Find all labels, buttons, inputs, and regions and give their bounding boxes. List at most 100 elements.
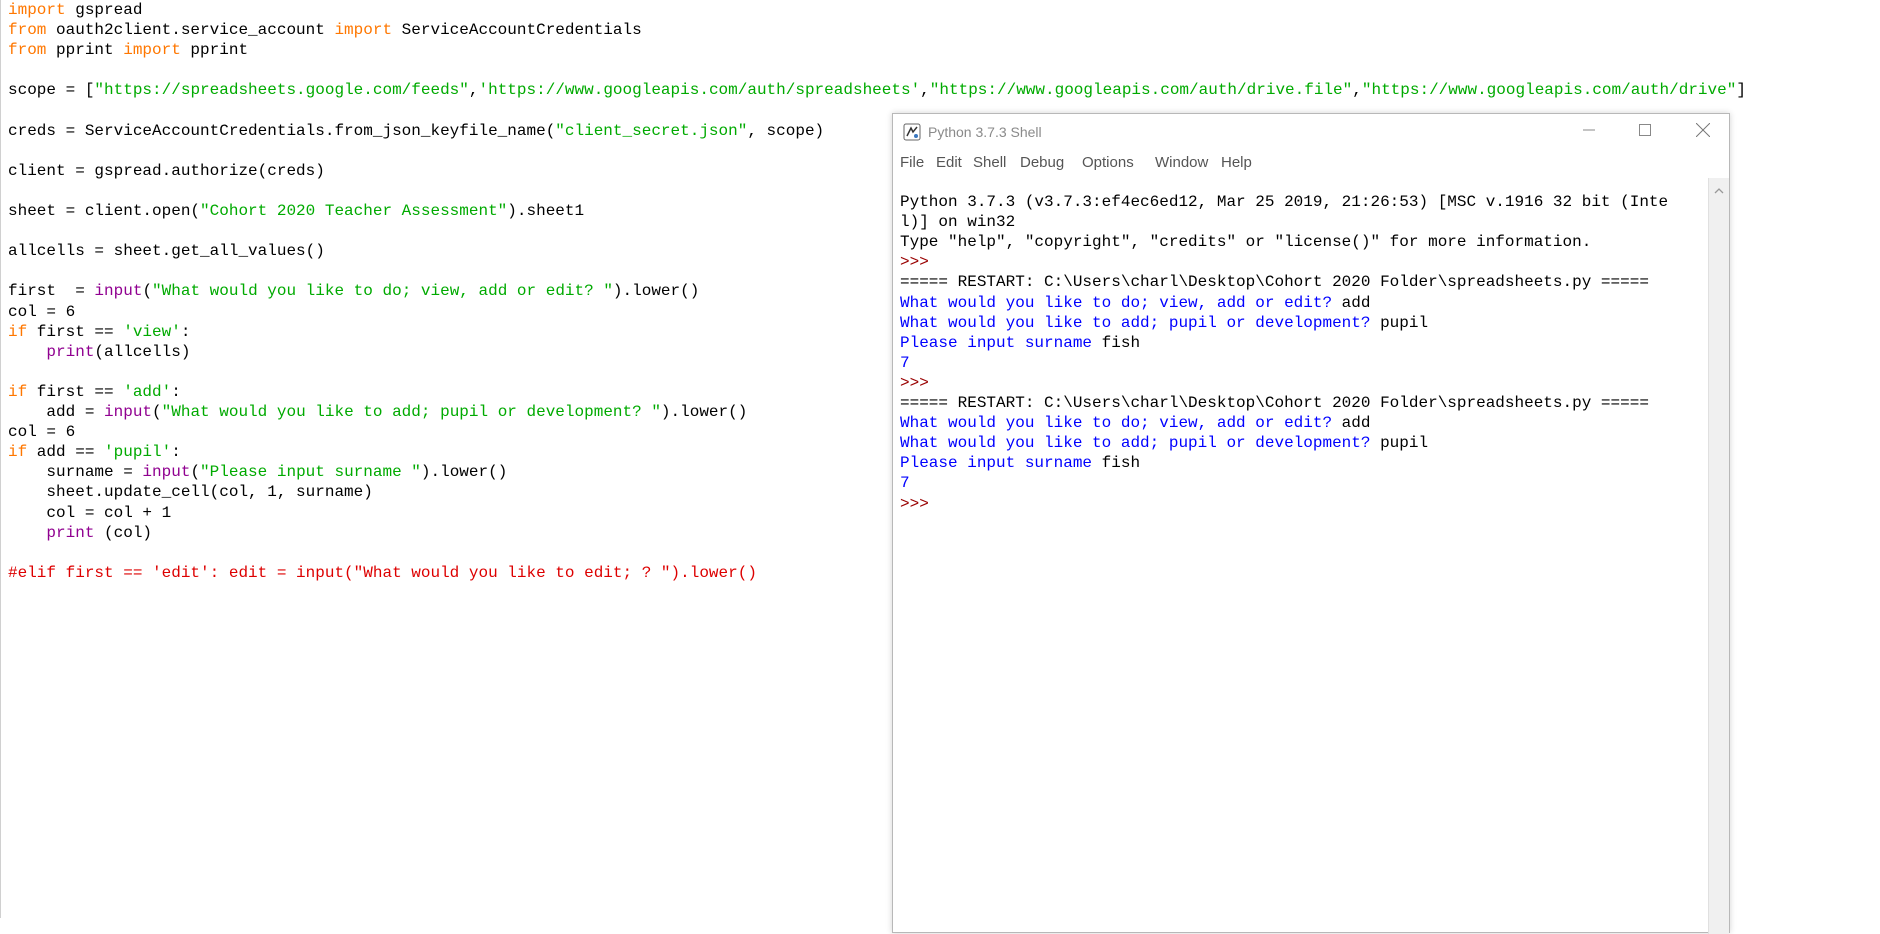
menu-options[interactable]: Options [1082,154,1134,172]
code-token: #elif first == 'edit': edit = input("Wha… [8,563,757,582]
code-token: "client_secret.json" [555,121,748,140]
code-token: import [8,1,66,19]
code-token: , [920,81,930,100]
code-token: gspread [65,1,143,19]
shell-output-token: 7 [900,474,910,493]
code-token: if [8,382,28,401]
code-token: "https://www.googleapis.com/auth/drive.f… [929,81,1353,100]
code-token: if [8,322,28,341]
shell-output-line: Type "help", "copyright", "credits" or "… [900,232,1591,252]
code-token: "Cohort 2020 Teacher Assessment" [200,202,508,220]
code-token: : [171,443,181,462]
code-line: client = gspread.authorize(creds) [8,161,325,181]
code-token: print [46,523,95,542]
shell-output-token: What would you like to add; pupil or dev… [900,434,1381,453]
code-token: 'pupil' [104,443,172,462]
shell-output-line: What would you like to add; pupil or dev… [900,313,1428,333]
menu-shell[interactable]: Shell [973,154,1006,172]
shell-output-token: fish [1101,333,1141,352]
close-icon [1695,122,1711,142]
shell-output-line: Please input surname fish [900,333,1140,353]
shell-output-line: ===== RESTART: C:\Users\charl\Desktop\Co… [900,272,1649,292]
shell-output-token: ===== RESTART: C:\Users\charl\Desktop\Co… [900,273,1649,292]
shell-output-line: 7 [900,353,910,373]
menu-edit[interactable]: Edit [936,154,962,172]
code-token: client = gspread.authorize(creds) [8,161,325,180]
maximize-button[interactable] [1617,114,1673,150]
code-token: ( [142,282,153,301]
shell-output-line: >>> [900,252,938,272]
shell-output-line: >>> [900,494,938,514]
python-shell-window[interactable]: Python 3.7.3 Shell File Edit Shell Debug… [892,113,1730,934]
close-button[interactable] [1675,114,1731,150]
menu-window[interactable]: Window [1155,154,1208,172]
code-token: "What would you like to add; pupil or de… [161,403,661,421]
code-line: col = 6 [8,422,75,442]
code-token: : [180,322,191,341]
code-token: (allcells) [94,342,191,361]
shell-output-token: >>> [900,494,939,513]
menu-help[interactable]: Help [1221,154,1252,172]
code-token: 'add' [123,382,172,401]
code-token: sheet.update_cell(col, 1, surname) [8,483,373,502]
code-line: if first == 'add': [8,382,181,402]
code-line: print(allcells) [8,342,190,362]
shell-output-token: Please input surname [900,454,1102,473]
code-token: "What would you like to do; view, add or… [152,282,613,301]
code-token: from [8,21,47,40]
code-line: sheet.update_cell(col, 1, surname) [8,482,373,502]
scroll-up-arrow-icon[interactable] [1712,184,1726,198]
code-token: oauth2client.service_account [46,21,335,40]
code-token: ( [190,463,201,482]
code-token: input [142,463,191,482]
code-token: import [334,21,393,40]
code-token: pprint [46,41,124,60]
code-line: scope = ["https://spreadsheets.google.co… [8,80,1746,100]
code-token: ).sheet1 [507,202,585,220]
shell-console[interactable]: Python 3.7.3 (v3.7.3:ef4ec6ed12, Mar 25 … [893,178,1709,934]
shell-title: Python 3.7.3 Shell [928,124,1042,140]
minimize-button[interactable] [1561,114,1617,150]
menu-debug[interactable]: Debug [1020,154,1064,172]
code-token: , [468,81,479,100]
shell-output-token: ===== RESTART: C:\Users\charl\Desktop\Co… [900,394,1649,412]
shell-output-line: What would you like to do; view, add or … [900,293,1370,313]
code-token: ).lower() [420,463,508,482]
code-token: add = [8,403,105,421]
code-line: allcells = sheet.get_all_values() [8,241,325,261]
shell-output-token: Type "help", "copyright", "credits" or "… [900,233,1592,252]
code-token: col = 6 [8,302,76,321]
code-line: surname = input("Please input surname ")… [8,462,507,482]
code-token: first = [8,282,95,301]
code-token: , [1352,81,1362,100]
code-line: sheet = client.open("Cohort 2020 Teacher… [8,201,584,221]
code-token: 'view' [123,322,181,341]
shell-output-token: add [1341,414,1371,433]
code-token: "https://spreadsheets.google.com/feeds" [94,81,469,100]
menu-file[interactable]: File [900,154,924,172]
code-token: surname = [8,463,143,482]
shell-menubar: File Edit Shell Debug Options Window Hel… [893,150,1729,176]
shell-output-token: What would you like to add; pupil or dev… [900,313,1381,332]
shell-output-token: Please input surname [900,333,1102,352]
shell-output-token: Python 3.7.3 (v3.7.3:ef4ec6ed12, Mar 25 … [900,193,1669,211]
shell-output-token: >>> [900,373,939,392]
code-token: allcells = sheet.get_all_values() [8,242,325,261]
code-token: "Please input surname " [200,463,421,482]
code-token: 'https://www.googleapis.com/auth/spreads… [478,81,921,100]
shell-titlebar[interactable]: Python 3.7.3 Shell [893,114,1729,150]
shell-output-line: >>> [900,373,938,393]
minimize-icon [1583,123,1595,141]
shell-output-token: fish [1101,454,1141,473]
code-line: if add == 'pupil': [8,442,181,462]
shell-output-token: What would you like to do; view, add or … [900,293,1342,312]
code-line: print (col) [8,523,152,543]
code-line: if first == 'view': [8,322,190,342]
code-line: #elif first == 'edit': edit = input("Wha… [8,563,757,583]
shell-output-token: pupil [1380,434,1429,453]
code-line: col = col + 1 [8,503,171,523]
code-token: "https://www.googleapis.com/auth/drive" [1361,81,1737,100]
shell-vertical-scrollbar[interactable] [1708,178,1729,934]
